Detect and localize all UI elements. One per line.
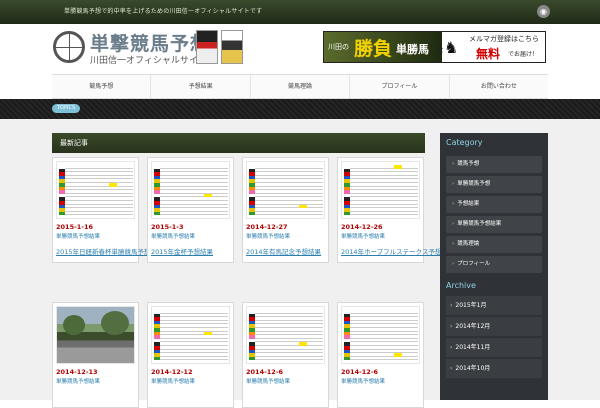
archive-heading: Archive: [446, 281, 476, 290]
mail-magazine-banner[interactable]: 川田の 勝負 単勝馬 を ♞ メルマガ登録はこちら 無料 でお届け！: [323, 31, 546, 63]
banner-wo-text: を: [436, 45, 444, 54]
article-card[interactable]: 2015-1-3 単勝競馬予想結果 2015年金杯予想結果: [147, 157, 234, 263]
sidebar-category-item[interactable]: プロフィール: [446, 256, 542, 273]
site-logo-title[interactable]: 単撃競馬予想: [90, 29, 210, 56]
article-thumbnail[interactable]: [341, 306, 420, 364]
article-date: 2015-1-3: [151, 223, 184, 231]
article-thumbnail[interactable]: [246, 161, 325, 219]
category-heading: Category: [446, 138, 483, 147]
article-category-link[interactable]: 単勝競馬予想結果: [151, 232, 230, 240]
topics-badge: TOPICS: [52, 104, 81, 113]
sidebar-category-item[interactable]: 競馬理論: [446, 236, 542, 253]
site-logo-subtitle: 川田信一オフィシャルサイト: [90, 56, 207, 66]
article-date: 2014-12-13: [56, 368, 98, 376]
article-date: 2014-12-6: [246, 368, 284, 376]
banner-deliver-text: でお届け！: [508, 51, 539, 58]
sidebar-archive-item[interactable]: 2015年1月: [446, 296, 542, 315]
article-date: 2014-12-26: [341, 223, 383, 231]
book-cover-image[interactable]: [196, 30, 218, 64]
result-table-image: [344, 165, 418, 216]
sidebar-category-item[interactable]: 単勝競馬予想結果: [446, 216, 542, 233]
site-tagline: 単勝競馬予想で的中率を上げるための川田信一オフィシャルサイトです: [64, 8, 263, 15]
result-table-image: [154, 310, 228, 361]
banner-shobu-text: 勝負: [354, 38, 393, 60]
banner-kawada-text: 川田の: [328, 43, 349, 51]
result-table-image: [249, 165, 323, 216]
article-thumbnail[interactable]: [56, 306, 135, 364]
sidebar-category-item[interactable]: 予想結果: [446, 196, 542, 213]
article-date: 2014-12-27: [246, 223, 288, 231]
article-thumbnail[interactable]: [56, 161, 135, 219]
crosshair-logo-icon[interactable]: [53, 31, 85, 63]
article-thumbnail[interactable]: [246, 306, 325, 364]
nav-item[interactable]: 競馬予想: [52, 75, 152, 98]
article-thumbnail[interactable]: [151, 306, 230, 364]
article-thumbnail[interactable]: [151, 161, 230, 219]
article-category-link[interactable]: 単勝競馬予想結果: [151, 377, 230, 385]
nav-item[interactable]: お問い合わせ: [450, 75, 548, 98]
article-category-link[interactable]: 単勝競馬予想結果: [56, 377, 135, 385]
book-cover-image[interactable]: [221, 30, 243, 64]
article-card[interactable]: 2014-12-13 単勝競馬予想結果: [52, 302, 139, 408]
article-card[interactable]: 2014-12-6 単勝競馬予想結果: [242, 302, 329, 408]
rss-icon[interactable]: ◉: [537, 5, 550, 18]
article-card[interactable]: 2014-12-6 単勝競馬予想結果: [337, 302, 424, 408]
nav-item[interactable]: プロフィール: [350, 75, 450, 98]
sidebar-category-item[interactable]: 単勝競馬予想: [446, 176, 542, 193]
article-date: 2015-1-16: [56, 223, 94, 231]
topics-band: [0, 99, 600, 119]
nav-item[interactable]: 予想結果: [151, 75, 251, 98]
top-bar: 単勝競馬予想で的中率を上げるための川田信一オフィシャルサイトです ◉: [0, 0, 600, 24]
article-card[interactable]: 2014-12-27 単勝競馬予想結果 2014年有馬記念予想結果: [242, 157, 329, 263]
horse-rider-icon: ♞: [444, 38, 459, 57]
sidebar-category-item[interactable]: 競馬予想: [446, 156, 542, 173]
article-card[interactable]: 2014-12-26 単勝競馬予想結果 2014年ホープフルステークス予想結果: [337, 157, 454, 263]
article-category-link[interactable]: 単勝競馬予想結果: [246, 377, 325, 385]
result-table-image: [249, 310, 323, 361]
article-category-link[interactable]: 単勝競馬予想結果: [56, 232, 135, 240]
article-category-link[interactable]: 単勝競馬予想結果: [246, 232, 325, 240]
result-table-image: [344, 310, 418, 361]
sidebar-archive-item[interactable]: 2014年11月: [446, 338, 542, 357]
article-date: 2014-12-12: [151, 368, 193, 376]
sidebar-archive-item[interactable]: 2014年12月: [446, 317, 542, 336]
article-thumbnail[interactable]: [341, 161, 420, 219]
article-card[interactable]: 2014-12-12 単勝競馬予想結果: [147, 302, 234, 408]
banner-free-text: 無料: [476, 47, 501, 61]
article-category-link[interactable]: 単勝競馬予想結果: [341, 232, 420, 240]
result-table-image: [154, 165, 228, 216]
article-grid: 2015-1-16 単勝競馬予想結果 2015年日経新春杯単勝競馬予想結果 2015-…: [52, 157, 454, 408]
article-date: 2014-12-6: [341, 368, 379, 376]
article-category-link[interactable]: 単勝競馬予想結果: [341, 377, 420, 385]
nav-item[interactable]: 競馬理論: [251, 75, 351, 98]
sidebar: Category 競馬予想 単勝競馬予想 予想結果 単勝競馬予想結果 競馬理論 …: [440, 133, 548, 400]
result-table-image: [59, 165, 133, 216]
article-card[interactable]: 2015-1-16 単勝競馬予想結果 2015年日経新春杯単勝競馬予想結果: [52, 157, 164, 263]
banner-tansho-text: 単勝馬: [396, 43, 429, 56]
sidebar-archive-item[interactable]: 2014年10月: [446, 359, 542, 378]
section-title: 最新記事: [52, 133, 425, 153]
banner-mail-text: メルマガ登録はこちら: [469, 35, 539, 43]
main-nav: 競馬予想 予想結果 競馬理論 プロフィール お問い合わせ: [52, 74, 548, 99]
